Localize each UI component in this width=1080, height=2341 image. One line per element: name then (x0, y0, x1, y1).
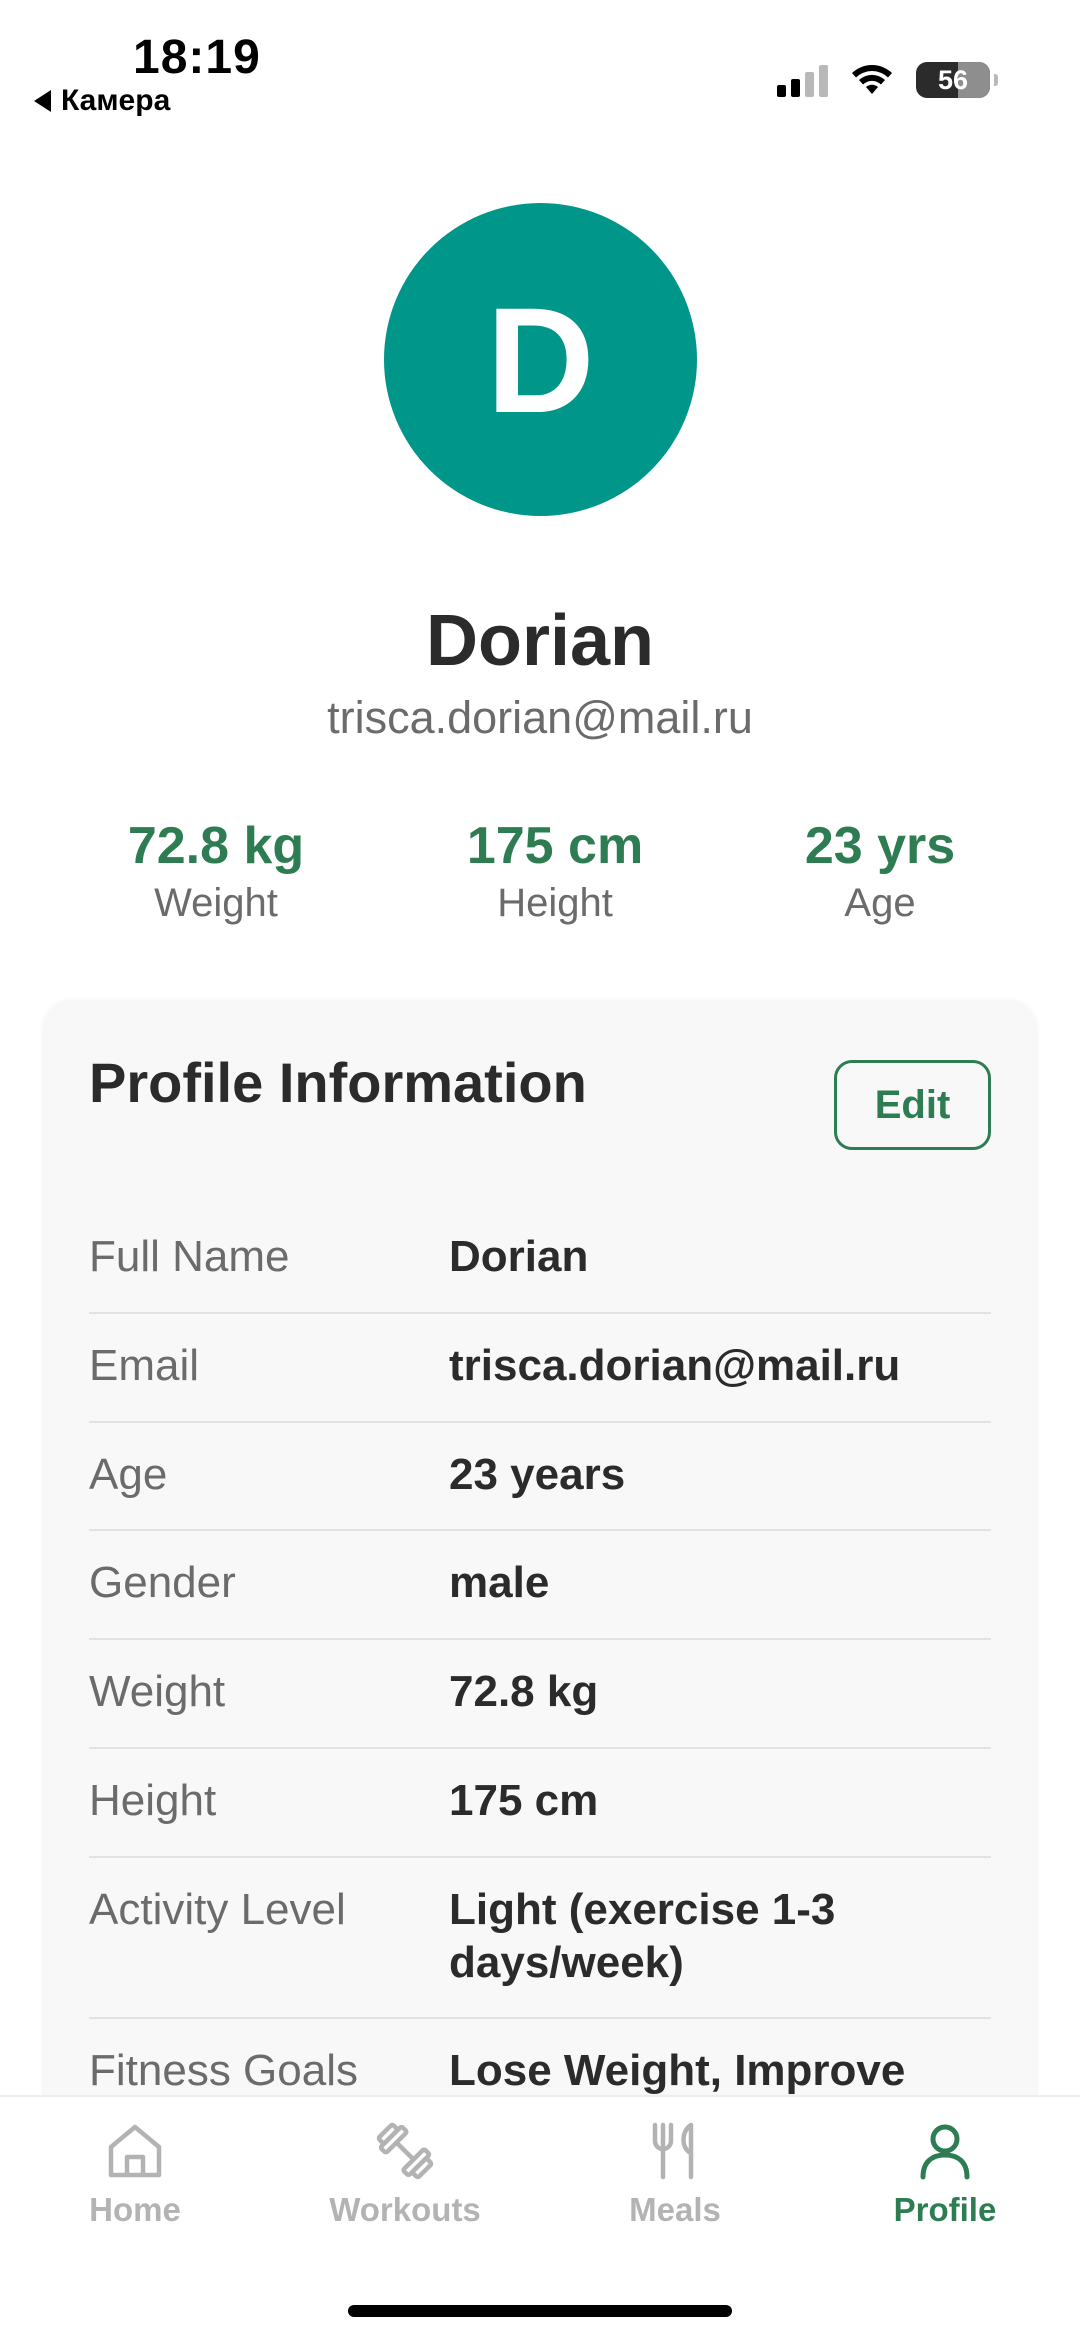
home-indicator[interactable] (348, 2305, 732, 2317)
stat-label: Weight (154, 881, 278, 926)
stat-label: Height (497, 881, 613, 926)
stat-age: 23 yrs Age (730, 817, 1030, 926)
info-value: 72.8 kg (449, 1667, 599, 1717)
stat-value: 175 cm (466, 817, 644, 875)
info-row-full-name: Full Name Dorian (89, 1205, 991, 1314)
back-arrow-icon (34, 90, 51, 112)
avatar: D (384, 203, 697, 516)
info-row-weight: Weight 72.8 kg (89, 1640, 991, 1749)
card-title: Profile Information (89, 1051, 587, 1114)
back-app-label: Камера (61, 84, 171, 117)
tab-home[interactable]: Home (0, 2119, 270, 2229)
info-label: Full Name (89, 1232, 290, 1281)
stat-height: 175 cm Height (405, 817, 705, 926)
tab-label: Home (89, 2191, 181, 2228)
info-value: 23 years (449, 1449, 626, 1499)
info-label: Fitness Goals (89, 2046, 358, 2096)
fork-knife-icon (652, 2122, 694, 2180)
cellular-signal-icon (777, 63, 828, 97)
info-label: Activity Level (89, 1884, 346, 1934)
dumbbell-icon (376, 2122, 434, 2180)
user-name: Dorian (425, 601, 655, 681)
info-row-gender: Gender male (89, 1531, 991, 1641)
info-row-height: Height 175 cm (89, 1749, 991, 1858)
info-row-activity-level: Activity Level Light (exercise 1-3 days/… (89, 1858, 991, 2020)
info-label: Weight (89, 1667, 226, 1717)
home-icon (108, 2124, 162, 2178)
info-row-email: Email trisca.dorian@mail.ru (89, 1314, 991, 1423)
tab-label: Workouts (329, 2191, 481, 2228)
info-label: Email (89, 1340, 200, 1390)
battery-level: 56 (937, 64, 969, 95)
tab-profile[interactable]: Profile (810, 2119, 1080, 2229)
avatar-initial: D (486, 275, 595, 444)
tab-workouts[interactable]: Workouts (270, 2119, 540, 2229)
edit-button[interactable]: Edit (834, 1060, 991, 1150)
info-value: Dorian (449, 1232, 589, 1281)
info-list: Full Name Dorian Email trisca.dorian@mai… (89, 1205, 991, 2126)
info-label: Gender (89, 1558, 236, 1608)
info-value: male (449, 1558, 550, 1608)
info-label: Age (89, 1449, 168, 1499)
status-time: 18:19 (133, 31, 261, 84)
stat-value: 72.8 kg (127, 817, 305, 875)
stat-value: 23 yrs (804, 817, 956, 875)
info-value: Light (exercise 1-3 days/week) (449, 1884, 836, 1987)
status-indicators: 56 (777, 62, 998, 98)
status-bar: 18:19 Камера 56 (0, 0, 1080, 130)
info-row-age: Age 23 years (89, 1423, 991, 1532)
info-value: Lose Weight, Improve (449, 2046, 906, 2096)
tab-meals[interactable]: Meals (540, 2119, 810, 2229)
back-to-app-link[interactable]: Камера (34, 84, 170, 118)
info-value: trisca.dorian@mail.ru (449, 1340, 901, 1390)
stat-label: Age (844, 881, 916, 926)
profile-information-card: Profile Information Edit Full Name Doria… (44, 1000, 1036, 2150)
wifi-icon (852, 65, 892, 94)
stats-summary: 72.8 kg Weight 175 cm Height 23 yrs Age (0, 817, 1080, 938)
user-icon (920, 2124, 970, 2180)
info-value: 175 cm (449, 1775, 599, 1825)
battery-icon: 56 (916, 62, 998, 98)
tab-label: Profile (893, 2191, 997, 2228)
tab-label: Meals (629, 2191, 721, 2228)
user-email: trisca.dorian@mail.ru (327, 692, 753, 743)
stat-weight: 72.8 kg Weight (66, 817, 366, 926)
info-label: Height (89, 1775, 217, 1825)
